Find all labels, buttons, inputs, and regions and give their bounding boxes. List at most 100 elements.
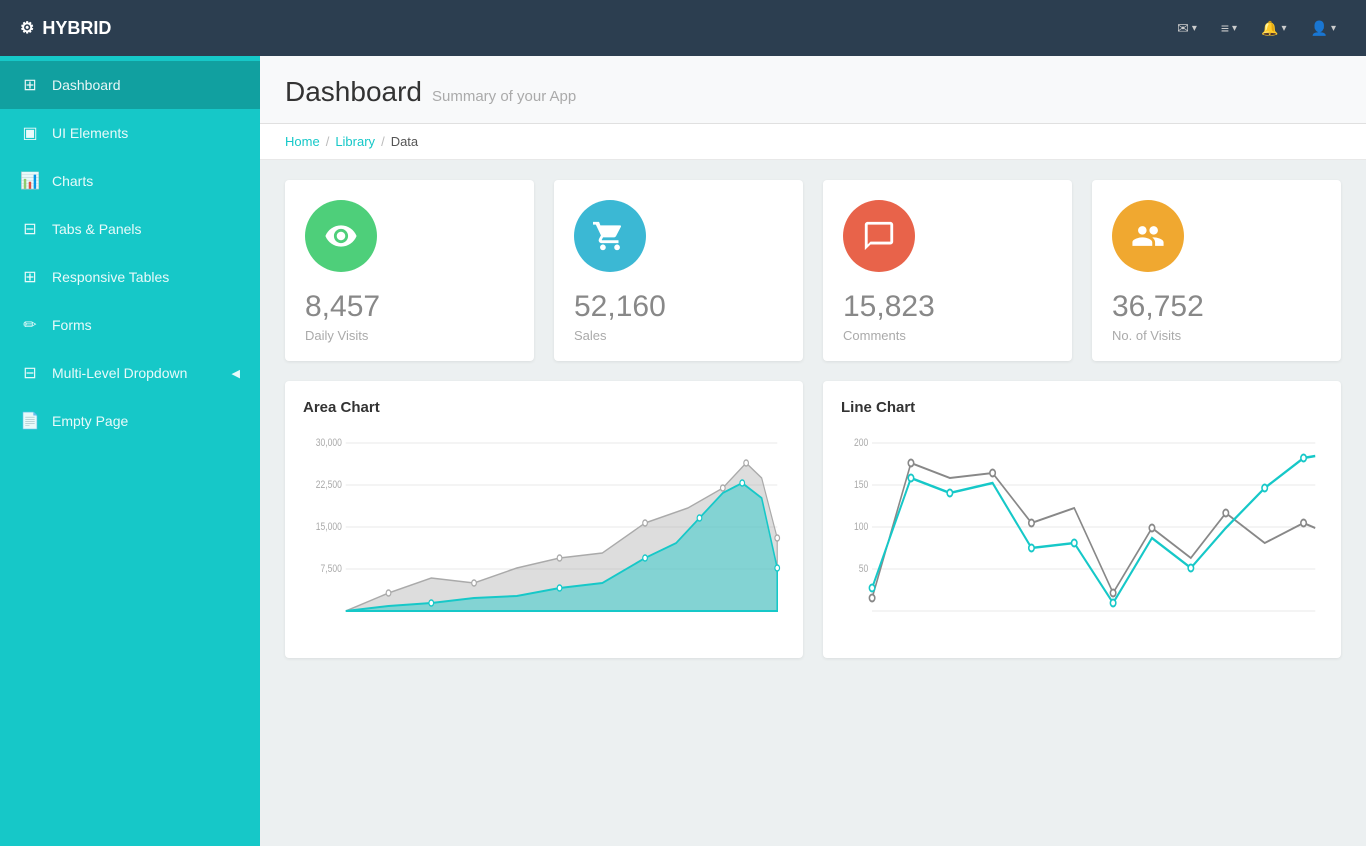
bell-icon: 🔔 — [1261, 20, 1278, 37]
empty-page-icon: 📄 — [20, 411, 40, 431]
dot-line-gray-7 — [1223, 510, 1228, 517]
top-navbar: ⚙ HYBRID ✉ ▾ ≡ ▾ 🔔 ▾ 👤 ▾ — [0, 0, 1366, 56]
dot-line-cyan-6 — [1110, 600, 1115, 607]
navbar-right: ✉ ▾ ≡ ▾ 🔔 ▾ 👤 ▾ — [1167, 12, 1346, 45]
stat-card-sales: 52,160 Sales — [554, 180, 803, 361]
breadcrumb-home[interactable]: Home — [285, 134, 320, 149]
stat-card-comments: 15,823 Comments — [823, 180, 1072, 361]
chat-icon — [862, 219, 896, 253]
breadcrumb-current: Data — [391, 134, 418, 149]
bell-caret: ▾ — [1282, 23, 1287, 34]
breadcrumb-sep-1: / — [326, 134, 330, 149]
area-y-label-30000: 30,000 — [316, 437, 343, 449]
dot-cyan-3 — [643, 555, 648, 561]
sidebar-item-dashboard[interactable]: ⊞ Dashboard — [0, 61, 260, 109]
bell-button[interactable]: 🔔 ▾ — [1251, 12, 1296, 45]
breadcrumb: Home / Library / Data — [285, 134, 1341, 149]
dot-line-cyan-8 — [1262, 485, 1267, 492]
sidebar-item-empty-page[interactable]: 📄 Empty Page — [0, 397, 260, 445]
line-y-label-100: 100 — [854, 521, 869, 533]
dot-cyan-5 — [740, 480, 745, 486]
sidebar-label-forms: Forms — [52, 317, 92, 333]
dot-line-cyan-4 — [1029, 545, 1034, 552]
dot-gray-2 — [472, 580, 477, 586]
sidebar-label-ui-elements: UI Elements — [52, 125, 128, 141]
multi-level-arrow: ◀ — [232, 367, 240, 380]
dot-cyan-4 — [697, 515, 702, 521]
brand: ⚙ HYBRID — [20, 18, 111, 39]
charts-row: Area Chart 30,000 22,500 15,000 7,500 — [260, 381, 1366, 678]
dot-line-cyan-3 — [947, 490, 952, 497]
sidebar-label-multi-level: Multi-Level Dropdown — [52, 365, 187, 381]
mail-button[interactable]: ✉ ▾ — [1167, 12, 1207, 45]
dot-gray-5 — [720, 485, 725, 491]
page-title: Dashboard — [285, 76, 422, 108]
dot-gray-3 — [557, 555, 562, 561]
area-y-label-15000: 15,000 — [316, 521, 343, 533]
area-y-label-7500: 7,500 — [320, 563, 342, 575]
sidebar-item-charts[interactable]: 📊 Charts — [0, 157, 260, 205]
forms-icon: ✏ — [20, 315, 40, 335]
brand-name: HYBRID — [42, 18, 111, 39]
line-chart-title: Line Chart — [841, 399, 1323, 416]
mail-caret: ▾ — [1192, 23, 1197, 34]
sidebar-label-tabs: Tabs & Panels — [52, 221, 142, 237]
sidebar-item-tabs-panels[interactable]: ⊟ Tabs & Panels — [0, 205, 260, 253]
dot-line-gray-2 — [908, 460, 913, 467]
dot-line-cyan-7 — [1188, 565, 1193, 572]
dot-cyan-1 — [429, 600, 434, 606]
dot-line-gray-3 — [990, 470, 995, 477]
sidebar-item-responsive-tables[interactable]: ⊞ Responsive Tables — [0, 253, 260, 301]
stat-value-daily-visits: 8,457 — [305, 290, 514, 324]
breadcrumb-library[interactable]: Library — [335, 134, 375, 149]
breadcrumb-bar: Home / Library / Data — [260, 124, 1366, 160]
dot-line-gray-5 — [1110, 590, 1115, 597]
charts-icon: 📊 — [20, 171, 40, 191]
stat-label-comments: Comments — [843, 328, 1052, 343]
menu-icon: ≡ — [1221, 20, 1229, 36]
user-caret: ▾ — [1331, 23, 1336, 34]
stat-label-sales: Sales — [574, 328, 783, 343]
breadcrumb-sep-2: / — [381, 134, 385, 149]
main-layout: ▶ ⊞ Dashboard ▣ UI Elements 📊 Charts — [0, 56, 1366, 846]
stat-card-daily-visits: 8,457 Daily Visits — [285, 180, 534, 361]
dot-line-cyan-1 — [869, 585, 874, 592]
sidebar: ▶ ⊞ Dashboard ▣ UI Elements 📊 Charts — [0, 56, 260, 846]
dot-gray-7 — [775, 535, 780, 541]
sidebar-item-ui-elements[interactable]: ▣ UI Elements — [0, 109, 260, 157]
dot-line-cyan-9 — [1301, 455, 1306, 462]
sidebar-item-forms[interactable]: ✏ Forms — [0, 301, 260, 349]
dot-line-gray-8 — [1301, 520, 1306, 527]
dot-line-gray-1 — [869, 595, 874, 602]
stat-icon-comments — [843, 200, 915, 272]
stats-row: 8,457 Daily Visits 52,160 Sales — [260, 160, 1366, 381]
ui-elements-icon: ▣ — [20, 123, 40, 143]
line-y-label-50: 50 — [859, 563, 869, 575]
dot-gray-6 — [744, 460, 749, 466]
sidebar-menu: ⊞ Dashboard ▣ UI Elements 📊 Charts ⊟ — [0, 56, 260, 445]
user-button[interactable]: 👤 ▾ — [1301, 12, 1346, 45]
cart-icon — [593, 219, 627, 253]
stat-icon-no-of-visits — [1112, 200, 1184, 272]
area-y-label-22500: 22,500 — [316, 479, 343, 491]
page-header: Dashboard Summary of your App — [260, 56, 1366, 124]
multi-level-icon: ⊟ — [20, 363, 40, 383]
page-subtitle: Summary of your App — [432, 88, 576, 105]
dot-cyan-6 — [775, 565, 780, 571]
tabs-icon: ⊟ — [20, 219, 40, 239]
sidebar-item-multi-level[interactable]: ⊟ Multi-Level Dropdown ◀ — [0, 349, 260, 397]
line-y-label-150: 150 — [854, 479, 869, 491]
menu-button[interactable]: ≡ ▾ — [1211, 12, 1247, 44]
stat-icon-sales — [574, 200, 646, 272]
dot-line-cyan-2 — [908, 475, 913, 482]
line-chart-card: Line Chart 200 150 100 50 — [823, 381, 1341, 658]
menu-caret: ▾ — [1232, 23, 1237, 34]
sidebar-label-empty-page: Empty Page — [52, 413, 128, 429]
dot-cyan-2 — [557, 585, 562, 591]
mail-icon: ✉ — [1177, 20, 1189, 37]
stat-label-daily-visits: Daily Visits — [305, 328, 514, 343]
area-chart-card: Area Chart 30,000 22,500 15,000 7,500 — [285, 381, 803, 658]
user-icon: 👤 — [1311, 20, 1328, 37]
dashboard-icon: ⊞ — [20, 75, 40, 95]
sidebar-label-charts: Charts — [52, 173, 93, 189]
